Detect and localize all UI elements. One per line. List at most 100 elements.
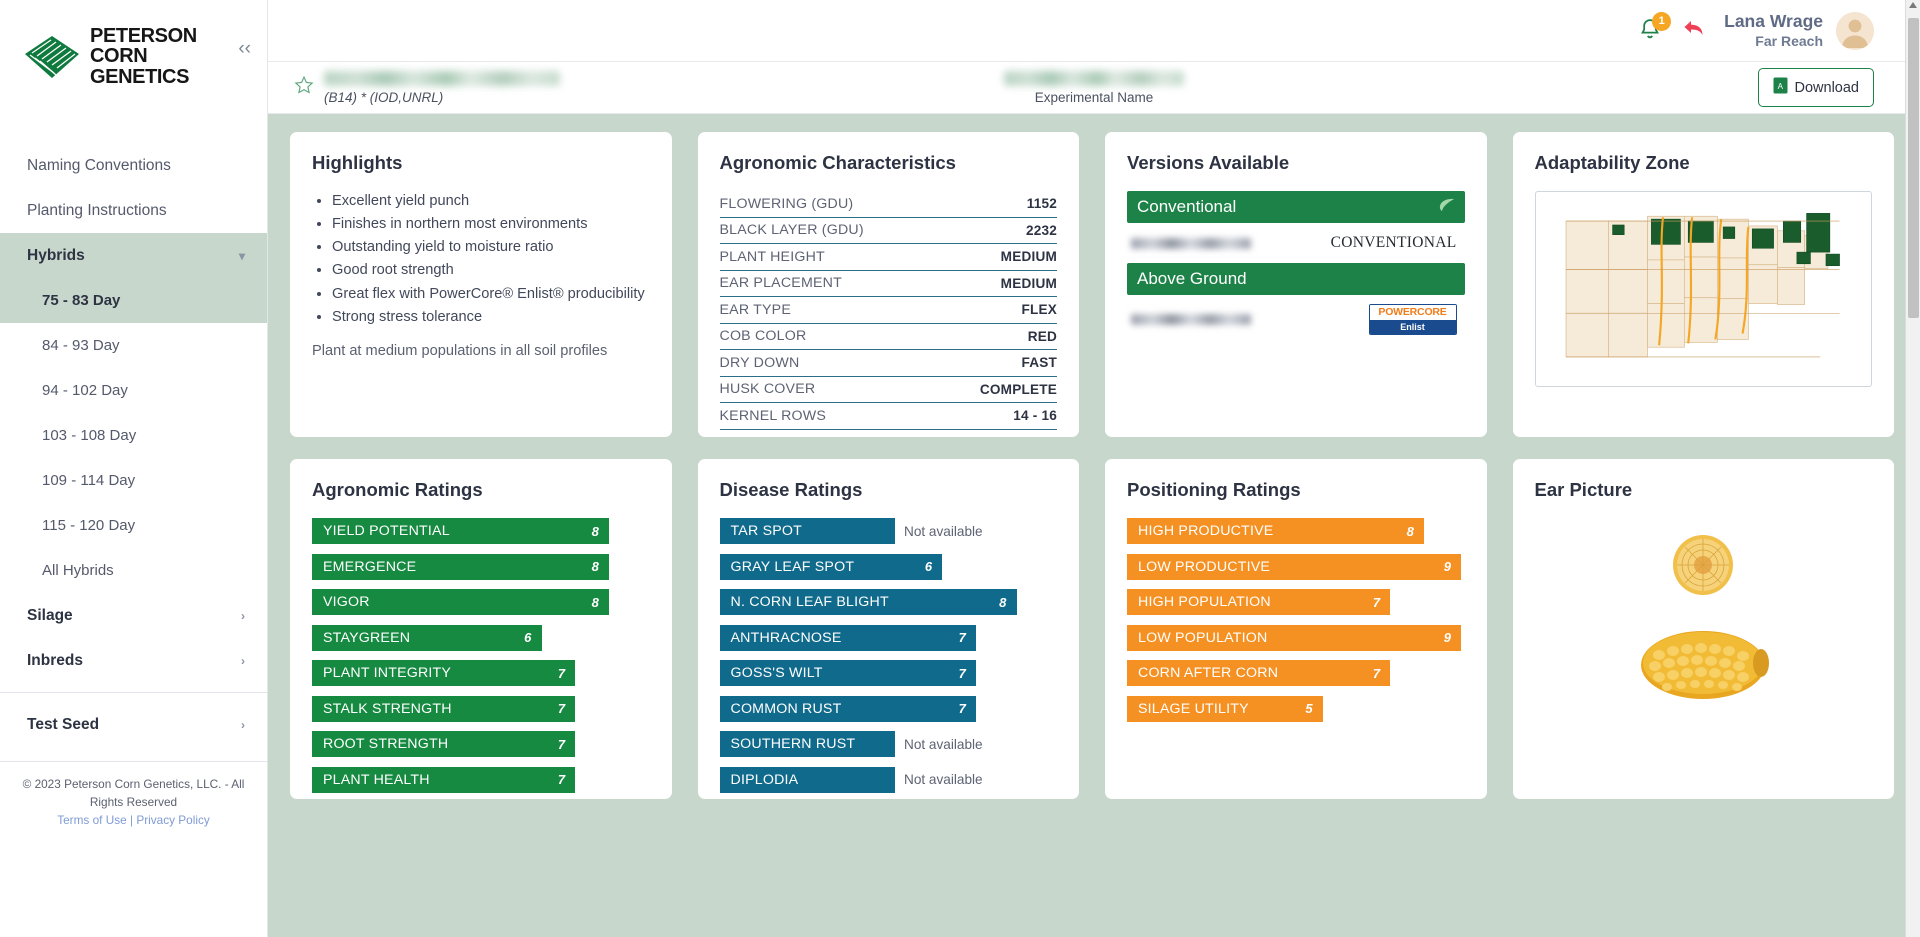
table-row: BLACK LAYER (GDU) 2232 <box>719 218 1057 244</box>
adaptability-zone-title: Adaptability Zone <box>1534 152 1690 173</box>
spec-key: COB COLOR <box>719 328 807 345</box>
sidebar-item-label: Naming Conventions <box>27 156 171 174</box>
rating-label: HIGH PRODUCTIVE <box>1138 523 1274 539</box>
sidebar-item-94-102-day[interactable]: 94 - 102 Day <box>0 368 267 413</box>
notification-badge: 1 <box>1652 11 1672 31</box>
user-name: Lana Wrage <box>1724 10 1823 31</box>
table-row: KERNEL ROWS 14 - 16 <box>719 403 1057 430</box>
sidebar-item-label: 75 - 83 Day <box>42 292 121 310</box>
spec-table: FLOWERING (GDU) 1152 BLACK LAYER (GDU) 2… <box>719 191 1057 430</box>
chevron-right-icon: › <box>241 653 245 668</box>
sidebar-item-silage[interactable]: Silage › <box>0 593 267 638</box>
rating-label: VIGOR <box>323 594 370 610</box>
rating-label: PLANT INTEGRITY <box>323 665 452 681</box>
rating-label: ROOT STRENGTH <box>323 736 449 752</box>
sidebar-item-hybrids[interactable]: Hybrids ▾ <box>0 233 267 279</box>
rating-row: VIGOR 8 <box>312 589 650 615</box>
content-panel: Highlights Excellent yield punch Finishe… <box>268 114 1920 937</box>
scroll-up-arrow-icon[interactable] <box>1909 2 1917 8</box>
sidebar-item-label: 109 - 114 Day <box>42 472 136 490</box>
spec-key: DRY DOWN <box>719 354 800 371</box>
sidebar-item-label: 94 - 102 Day <box>42 382 128 400</box>
rating-row: ROOT STRENGTH 7 <box>312 731 650 757</box>
page-scrollbar[interactable] <box>1905 0 1920 937</box>
sidebar-item-label: 103 - 108 Day <box>42 427 137 445</box>
rating-label: YIELD POTENTIAL <box>323 523 450 539</box>
chevron-right-icon: › <box>241 717 245 732</box>
rating-value: 9 <box>1443 559 1452 574</box>
rating-bar: N. CORN LEAF BLIGHT 8 <box>719 589 1017 615</box>
version-name-redacted <box>1131 237 1251 249</box>
sidebar-item-109-114-day[interactable]: 109 - 114 Day <box>0 458 267 503</box>
agronomic-characteristics-card: Agronomic Characteristics FLOWERING (GDU… <box>697 132 1079 437</box>
not-available-text: Not available <box>904 736 983 752</box>
user-info[interactable]: Lana Wrage Far Reach <box>1724 11 1823 50</box>
rating-value: 7 <box>1372 594 1381 610</box>
rating-label: HIGH POPULATION <box>1138 594 1271 610</box>
table-row: EAR TYPE FLEX <box>719 297 1057 324</box>
product-code: (B14) * (IOD,UNRL) <box>324 89 444 105</box>
sidebar-item-planting-instructions[interactable]: Planting Instructions <box>0 188 267 233</box>
sidebar-item-label: Hybrids <box>27 246 85 264</box>
rating-bar: TAR SPOT <box>719 518 895 544</box>
main-area: 1 Lana Wrage Far Reach (B14) * (IOD,UNRL… <box>268 0 1920 937</box>
scrollbar-thumb[interactable] <box>1908 18 1919 318</box>
rating-label: SILAGE UTILITY <box>1138 700 1249 717</box>
experimental-name-label: Experimental Name <box>1034 89 1154 105</box>
notifications-button[interactable]: 1 <box>1636 11 1672 46</box>
spec-key: EAR TYPE <box>719 301 792 318</box>
rating-bar: LOW POPULATION 9 <box>1127 624 1462 651</box>
privacy-policy-link[interactable]: Privacy Policy <box>136 813 209 827</box>
sidebar-item-label: 115 - 120 Day <box>42 517 136 535</box>
rating-value: 8 <box>999 594 1007 610</box>
spec-value: 14 - 16 <box>1013 408 1057 424</box>
rating-label: COMMON RUST <box>730 700 842 717</box>
rating-label: STALK STRENGTH <box>323 700 452 717</box>
rating-label: ANTHRACNOSE <box>730 629 842 646</box>
rating-value: 6 <box>524 630 532 645</box>
spec-value: 1152 <box>1026 196 1057 212</box>
rating-value: 8 <box>591 559 599 574</box>
download-button[interactable]: A Download <box>1757 68 1874 107</box>
rating-value: 7 <box>557 665 566 681</box>
rating-bar: ANTHRACNOSE 7 <box>719 624 976 651</box>
sidebar-item-label: Silage <box>27 606 73 624</box>
terms-of-use-link[interactable]: Terms of Use <box>57 813 127 827</box>
product-title-bar: (B14) * (IOD,UNRL) Experimental Name A D… <box>268 62 1920 114</box>
rating-bar: EMERGENCE 8 <box>312 553 609 580</box>
sidebar-footer: © 2023 Peterson Corn Genetics, LLC. - Al… <box>0 761 267 829</box>
sidebar-item-all-hybrids[interactable]: All Hybrids <box>0 548 267 593</box>
spec-key: KERNEL ROWS <box>719 407 827 424</box>
rating-row: N. CORN LEAF BLIGHT 8 <box>719 589 1058 615</box>
sidebar-item-naming-conventions[interactable]: Naming Conventions <box>0 143 267 188</box>
ear-picture-title: Ear Picture <box>1534 479 1633 500</box>
version-group-label: Conventional <box>1137 197 1237 216</box>
spec-key: FLOWERING (GDU) <box>719 195 854 212</box>
sidebar-item-75-83-day[interactable]: 75 - 83 Day <box>0 278 267 324</box>
sidebar-item-inbreds[interactable]: Inbreds › <box>0 638 267 683</box>
sidebar-item-115-120-day[interactable]: 115 - 120 Day <box>0 503 267 548</box>
star-outline-icon[interactable] <box>294 75 314 100</box>
avatar[interactable] <box>1836 11 1874 50</box>
rating-label: LOW POPULATION <box>1138 629 1268 646</box>
rating-row: GRAY LEAF SPOT 6 <box>719 553 1058 580</box>
rating-bar: PLANT INTEGRITY 7 <box>312 660 576 686</box>
sidebar-item-84-93-day[interactable]: 84 - 93 Day <box>0 323 267 368</box>
reply-arrow-icon[interactable] <box>1682 17 1706 44</box>
table-row: COB COLOR RED <box>719 324 1057 350</box>
rating-bar: COMMON RUST 7 <box>719 695 976 722</box>
sidebar-nav: Naming Conventions Planting Instructions… <box>0 143 267 747</box>
rating-value: 8 <box>591 523 599 539</box>
spec-key: EAR PLACEMENT <box>719 275 842 292</box>
rating-label: CORN AFTER CORN <box>1138 665 1279 681</box>
chevron-down-icon: ▾ <box>238 248 245 263</box>
sidebar-item-test-seed[interactable]: Test Seed › <box>0 702 267 747</box>
table-row: EAR PLACEMENT MEDIUM <box>719 271 1057 297</box>
sidebar-item-103-108-day[interactable]: 103 - 108 Day <box>0 413 267 458</box>
sidebar-item-label: Test Seed <box>27 715 100 733</box>
rating-value: 7 <box>958 630 966 645</box>
rating-row: DIPLODIA Not available <box>719 766 1058 793</box>
sidebar-item-label: 84 - 93 Day <box>42 337 120 355</box>
chevron-left-icon[interactable]: ‹‹ <box>238 38 251 60</box>
list-item: Finishes in northern most environments <box>332 214 650 235</box>
